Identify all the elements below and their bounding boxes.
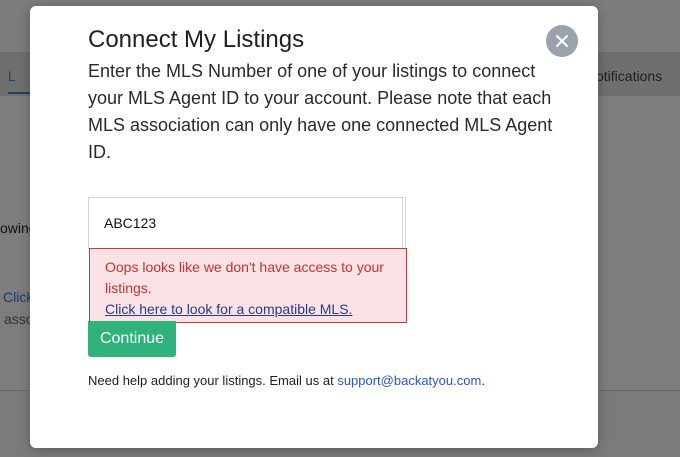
compatible-mls-link[interactable]: Click here to look for a compatible MLS. — [105, 301, 352, 317]
close-icon — [556, 35, 568, 47]
support-email-link[interactable]: support@backatyou.com — [337, 373, 481, 388]
background-link: Click — [3, 289, 34, 305]
help-text-suffix: . — [481, 373, 485, 388]
close-button[interactable] — [546, 25, 578, 57]
error-message-box: Oops looks like we don't have access to … — [89, 248, 407, 323]
continue-button[interactable]: Continue — [88, 321, 176, 357]
background-tab-listings: L — [8, 68, 16, 84]
modal-title: Connect My Listings — [88, 26, 305, 53]
background-tab-notifications: otifications — [596, 68, 663, 84]
mls-number-input[interactable] — [88, 197, 406, 249]
modal-description: Enter the MLS Number of one of your list… — [88, 61, 553, 162]
page: L otifications owing Click asso Connect … — [0, 0, 680, 457]
connect-listings-modal: Connect My Listings Enter the MLS Number… — [30, 6, 598, 448]
background-tab-underline — [8, 92, 32, 94]
help-text-label: Need help adding your listings. Email us… — [88, 373, 338, 388]
error-message: Oops looks like we don't have access to … — [105, 259, 384, 296]
help-text: Need help adding your listings. Email us… — [88, 373, 485, 388]
